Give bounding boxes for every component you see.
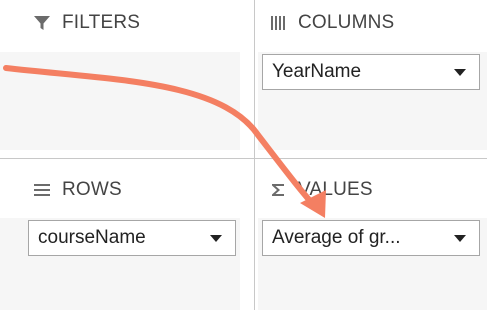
columns-header: COLUMNS [268,8,394,38]
values-header: VALUES [268,175,373,205]
filter-icon [32,13,52,33]
sigma-icon [268,180,288,200]
rows-icon [32,180,52,200]
chevron-down-icon[interactable] [451,63,469,81]
values-label: VALUES [298,179,373,200]
filters-header: FILTERS [32,8,140,38]
values-field-label: Average of gr... [272,227,401,248]
horizontal-divider [0,158,487,159]
columns-label: COLUMNS [298,12,395,33]
filters-label: FILTERS [62,12,141,33]
rows-field-label: courseName [38,227,146,248]
columns-icon [268,13,288,33]
rows-header: ROWS [32,175,122,205]
vertical-divider [254,0,255,310]
chevron-down-icon[interactable] [207,229,225,247]
columns-field-yearname[interactable]: YearName [262,54,480,90]
rows-label: ROWS [62,179,122,200]
columns-field-label: YearName [272,61,362,82]
chevron-down-icon[interactable] [451,229,469,247]
values-field-average[interactable]: Average of gr... [262,220,480,256]
rows-field-coursename[interactable]: courseName [28,220,236,256]
filters-drop-area[interactable] [0,52,240,150]
